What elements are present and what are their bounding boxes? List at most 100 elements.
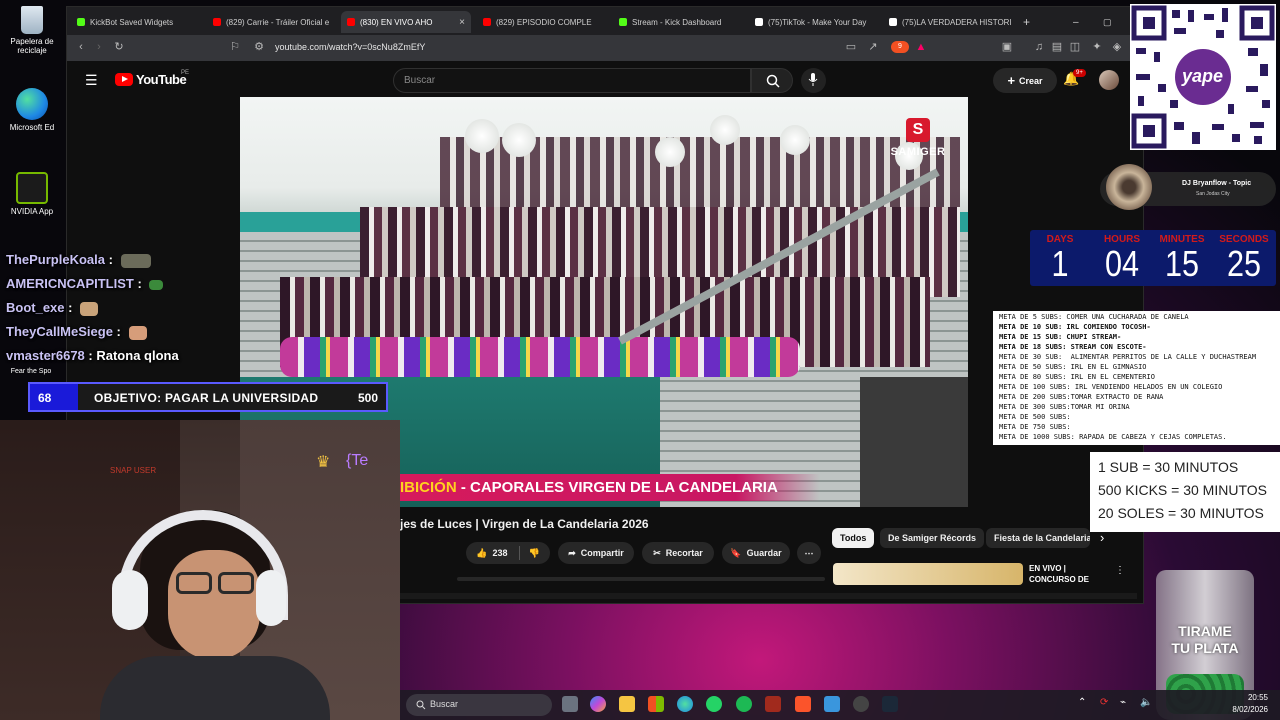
- steam-icon[interactable]: [882, 696, 898, 712]
- share-label: Compartir: [580, 548, 624, 558]
- goal-line: META DE 18 SUBS: STREAM CON ESCOTE-: [999, 343, 1147, 351]
- brave-shields-icon[interactable]: 9: [891, 41, 909, 53]
- new-tab-button[interactable]: +: [1017, 11, 1033, 33]
- share-icon[interactable]: ↗: [867, 41, 879, 53]
- search-input[interactable]: Buscar: [393, 68, 751, 93]
- time-rates-panel: 1 SUB = 30 MINUTOS 500 KICKS = 30 MINUTO…: [1090, 452, 1280, 532]
- tab-carrie[interactable]: (829) Carrie - Tráiler Oficial e: [207, 11, 335, 33]
- tab-tiktok-historia[interactable]: (75)LA VERDADERA HISTORI: [883, 11, 1013, 33]
- url-field[interactable]: youtube.com/watch?v=0scNu8ZmEfY: [275, 42, 425, 52]
- reading-list-icon[interactable]: ▤: [1051, 41, 1063, 53]
- screenshot-icon[interactable]: ▣: [1001, 41, 1013, 53]
- cast-icon[interactable]: ▭: [845, 41, 857, 53]
- microphone-icon: [808, 73, 818, 86]
- tab-kick-dashboard[interactable]: Stream - Kick Dashboard: [613, 11, 741, 33]
- close-tab-icon[interactable]: ×: [459, 17, 465, 28]
- notepad-icon[interactable]: [824, 696, 840, 712]
- dota-icon[interactable]: [765, 696, 781, 712]
- store-icon[interactable]: [648, 696, 664, 712]
- sidebar-icon[interactable]: ◫: [1069, 41, 1081, 53]
- tuba-bell: [655, 137, 685, 167]
- like-button[interactable]: 👍 238 👎: [466, 542, 550, 564]
- youtube-logo-text[interactable]: YouTube: [136, 72, 187, 87]
- edge-icon[interactable]: [677, 696, 693, 712]
- thumbs-down-icon[interactable]: 👎: [529, 548, 540, 559]
- obs-status-icon[interactable]: ⟳: [1100, 697, 1108, 708]
- search-button[interactable]: [751, 68, 793, 93]
- taskbar-clock[interactable]: 20:55 8/02/2026: [1222, 692, 1268, 716]
- chat-username: TheyCallMeSiege: [6, 324, 113, 339]
- desktop-icon-recycle-bin[interactable]: Papelera de reciclaje: [4, 6, 60, 55]
- headphone-left: [112, 570, 148, 630]
- brave-icon[interactable]: [795, 696, 811, 712]
- desktop-icon-label: Microsoft Ed: [9, 123, 55, 132]
- back-icon[interactable]: ‹: [75, 41, 87, 53]
- spotify-icon[interactable]: [736, 696, 752, 712]
- goal-line: META DE 300 SUBS:TOMAR MI ORINA: [999, 403, 1130, 411]
- whatsapp-icon[interactable]: [706, 696, 722, 712]
- account-avatar[interactable]: [1099, 70, 1119, 90]
- kick-icon: [619, 18, 627, 26]
- more-actions-button[interactable]: ⋯: [797, 542, 821, 564]
- chevron-right-icon[interactable]: ›: [1100, 530, 1104, 545]
- video-title: jes de Luces | Virgen de La Candelaria 2…: [400, 517, 649, 531]
- thumbs-up-icon: 👍: [476, 547, 488, 558]
- emote-icon: [80, 301, 99, 316]
- site-info-icon[interactable]: ⚙: [253, 41, 265, 53]
- chip-samiger[interactable]: De Samiger Récords: [880, 528, 985, 548]
- brave-rewards-icon[interactable]: ▲: [915, 41, 927, 53]
- taskbar: Buscar ⌃ ⟳ ⌁ 🔈: [400, 690, 1280, 720]
- obs-icon[interactable]: [853, 696, 869, 712]
- forward-icon[interactable]: ›: [93, 41, 105, 53]
- chip-candelaria[interactable]: Fiesta de la Candelaria: [986, 528, 1090, 548]
- tab-en-vivo[interactable]: (830) EN VIVO AHO ×: [341, 11, 471, 33]
- youtube-icon: [483, 18, 491, 26]
- chevron-up-icon[interactable]: ⌃: [1078, 697, 1086, 708]
- chat-username: AMERICNCAPITLIST: [6, 276, 134, 291]
- youtube-logo-icon[interactable]: [115, 73, 133, 86]
- comment-box[interactable]: [457, 577, 825, 581]
- menu-icon[interactable]: ☰: [85, 72, 98, 89]
- album-art: [1106, 164, 1152, 210]
- taskbar-search[interactable]: Buscar: [406, 694, 552, 716]
- clip-label: Recortar: [665, 548, 703, 558]
- extensions-icon[interactable]: ✦: [1091, 41, 1103, 53]
- desktop-icon-fear[interactable]: Fear the Spo: [4, 368, 58, 375]
- goal-line: META DE 500 SUBS:: [999, 413, 1071, 421]
- create-button[interactable]: + Crear: [993, 68, 1057, 93]
- network-icon[interactable]: ⌁: [1120, 697, 1126, 708]
- copilot-icon[interactable]: [590, 696, 606, 712]
- speaker-icon[interactable]: 🔈: [1140, 697, 1152, 708]
- more-options-icon[interactable]: ⋮: [1115, 565, 1125, 576]
- horizontal-scrollbar[interactable]: [397, 593, 1137, 599]
- share-button[interactable]: ➦ Compartir: [558, 542, 634, 564]
- bookmark-icon[interactable]: ⚐: [229, 41, 241, 53]
- tab-episodio[interactable]: (829) EPISODIO COMPLE: [477, 11, 605, 33]
- countdown-value: 25: [1226, 243, 1262, 284]
- music-icon[interactable]: ♫: [1033, 41, 1045, 53]
- chip-all[interactable]: Todos: [832, 528, 875, 548]
- goal-line: META DE 80 SUBS: IRL EN EL CEMENTERIO: [999, 373, 1155, 381]
- emote-icon: [149, 279, 164, 290]
- desktop-icon-label: Papelera de reciclaje: [10, 37, 54, 55]
- desktop-icon-nvidia[interactable]: NVIDIA App: [4, 172, 60, 216]
- tab-tiktok[interactable]: (75)TikTok - Make Your Day: [749, 11, 877, 33]
- save-label: Guardar: [746, 548, 782, 558]
- desktop-icon-edge[interactable]: Microsoft Ed: [4, 88, 60, 132]
- file-explorer-icon[interactable]: [619, 696, 635, 712]
- save-button[interactable]: 🔖 Guardar: [722, 542, 790, 564]
- minimize-button[interactable]: –: [1067, 11, 1083, 33]
- related-video-thumbnail[interactable]: [833, 563, 1023, 585]
- tab-label: (829) EPISODIO COMPLE: [496, 17, 592, 27]
- tab-label: Stream - Kick Dashboard: [632, 17, 722, 27]
- goal-line: META DE 50 SUBS: IRL EN EL GIMNASIO: [999, 363, 1147, 371]
- reload-icon[interactable]: ↻: [113, 41, 125, 53]
- task-view-icon[interactable]: [562, 696, 578, 712]
- vpn-icon[interactable]: ◈: [1111, 41, 1123, 53]
- tab-kickbot[interactable]: KickBot Saved Widgets: [71, 11, 201, 33]
- watermark-text: SAMIGER: [890, 146, 946, 158]
- tuba-bell: [502, 123, 536, 157]
- voice-search-button[interactable]: [801, 68, 826, 93]
- clip-button[interactable]: ✂ Recortar: [642, 542, 714, 564]
- maximize-button[interactable]: ▢: [1097, 11, 1113, 33]
